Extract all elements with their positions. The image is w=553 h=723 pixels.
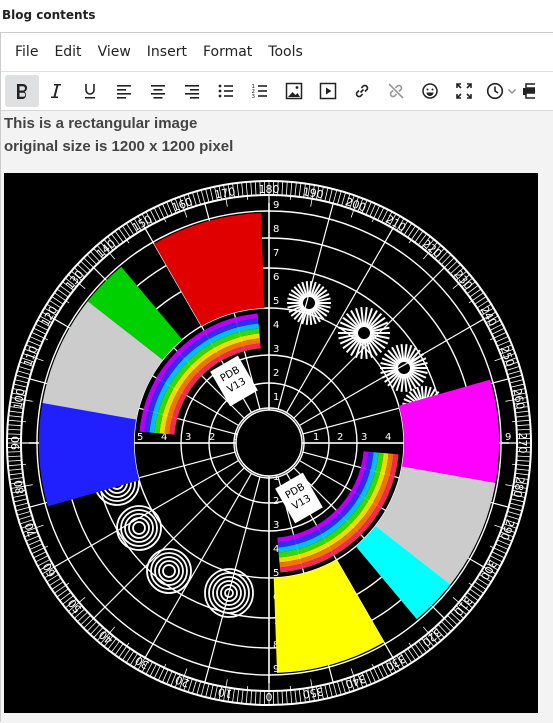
content-line-2: original size is 1200 x 1200 pixel: [4, 135, 553, 158]
svg-text:270: 270: [516, 433, 529, 454]
align-left-button[interactable]: [107, 75, 141, 107]
fullscreen-icon: [454, 81, 474, 101]
svg-text:3: 3: [273, 344, 279, 355]
clock-icon: [485, 81, 505, 101]
svg-text:2: 2: [209, 432, 215, 443]
unlink-button[interactable]: [379, 75, 413, 107]
svg-text:90: 90: [9, 436, 22, 450]
media-icon: [318, 81, 338, 101]
image-icon: [284, 81, 304, 101]
underline-icon: [80, 81, 100, 101]
align-right-icon: [182, 81, 202, 101]
align-center-button[interactable]: [141, 75, 175, 107]
emoji-button[interactable]: [413, 75, 447, 107]
emoji-icon: [420, 81, 440, 101]
field-label: Blog contents: [2, 8, 95, 22]
bold-icon: [12, 81, 32, 101]
align-right-button[interactable]: [175, 75, 209, 107]
svg-text:1: 1: [313, 432, 319, 443]
menu-view[interactable]: View: [90, 33, 139, 71]
menu-edit[interactable]: Edit: [46, 33, 89, 71]
bullet-list-icon: [216, 81, 236, 101]
print-icon: [521, 81, 535, 101]
insert-image-button[interactable]: [277, 75, 311, 107]
history-button[interactable]: [481, 75, 521, 107]
print-button[interactable]: [521, 75, 535, 107]
svg-text:3: 3: [185, 432, 191, 443]
svg-text:1: 1: [273, 392, 279, 403]
svg-text:2: 2: [273, 368, 279, 379]
svg-text:3: 3: [361, 432, 367, 443]
chevron-down-icon: [507, 86, 517, 96]
svg-text:2: 2: [337, 432, 343, 443]
svg-text:8: 8: [273, 224, 279, 235]
bold-button[interactable]: [5, 75, 39, 107]
svg-text:5: 5: [137, 432, 143, 443]
svg-text:7: 7: [273, 248, 279, 259]
content-line-1: This is a rectangular image: [4, 112, 553, 135]
insert-media-button[interactable]: [311, 75, 345, 107]
svg-text:9: 9: [505, 432, 511, 443]
align-left-icon: [114, 81, 134, 101]
menu-format[interactable]: Format: [195, 33, 260, 71]
insert-link-button[interactable]: [345, 75, 379, 107]
test-chart-image[interactable]: 0102030405060708090100110120130140150160…: [4, 173, 538, 713]
svg-text:3: 3: [273, 520, 279, 531]
align-center-icon: [148, 81, 168, 101]
svg-text:4: 4: [385, 432, 391, 443]
svg-text:5: 5: [273, 568, 279, 579]
svg-text:4: 4: [273, 320, 279, 331]
italic-icon: [46, 81, 66, 101]
svg-text:9: 9: [273, 200, 279, 211]
svg-text:0: 0: [266, 690, 273, 703]
underline-button[interactable]: [73, 75, 107, 107]
svg-text:6: 6: [273, 272, 279, 283]
editor-content[interactable]: This is a rectangular image original siz…: [1, 111, 553, 723]
svg-text:5: 5: [273, 296, 279, 307]
svg-text:2: 2: [273, 496, 279, 507]
menu-file[interactable]: File: [7, 33, 46, 71]
svg-text:180: 180: [259, 183, 280, 196]
toolbar: 123: [1, 71, 553, 111]
numbered-list-button[interactable]: 123: [243, 75, 277, 107]
svg-text:3: 3: [252, 94, 256, 100]
menu-insert[interactable]: Insert: [139, 33, 195, 71]
unlink-icon: [386, 81, 406, 101]
menubar: File Edit View Insert Format Tools: [1, 33, 553, 71]
svg-text:80: 80: [12, 479, 27, 495]
menu-tools[interactable]: Tools: [260, 33, 311, 71]
resolution-test-chart-picture: 0102030405060708090100110120130140150160…: [4, 173, 538, 713]
italic-button[interactable]: [39, 75, 73, 107]
link-icon: [352, 81, 372, 101]
svg-text:10: 10: [217, 685, 233, 700]
numbered-list-icon: 123: [250, 81, 270, 101]
bullet-list-button[interactable]: [209, 75, 243, 107]
rich-text-editor: File Edit View Insert Format Tools 123: [0, 32, 553, 722]
fullscreen-button[interactable]: [447, 75, 481, 107]
